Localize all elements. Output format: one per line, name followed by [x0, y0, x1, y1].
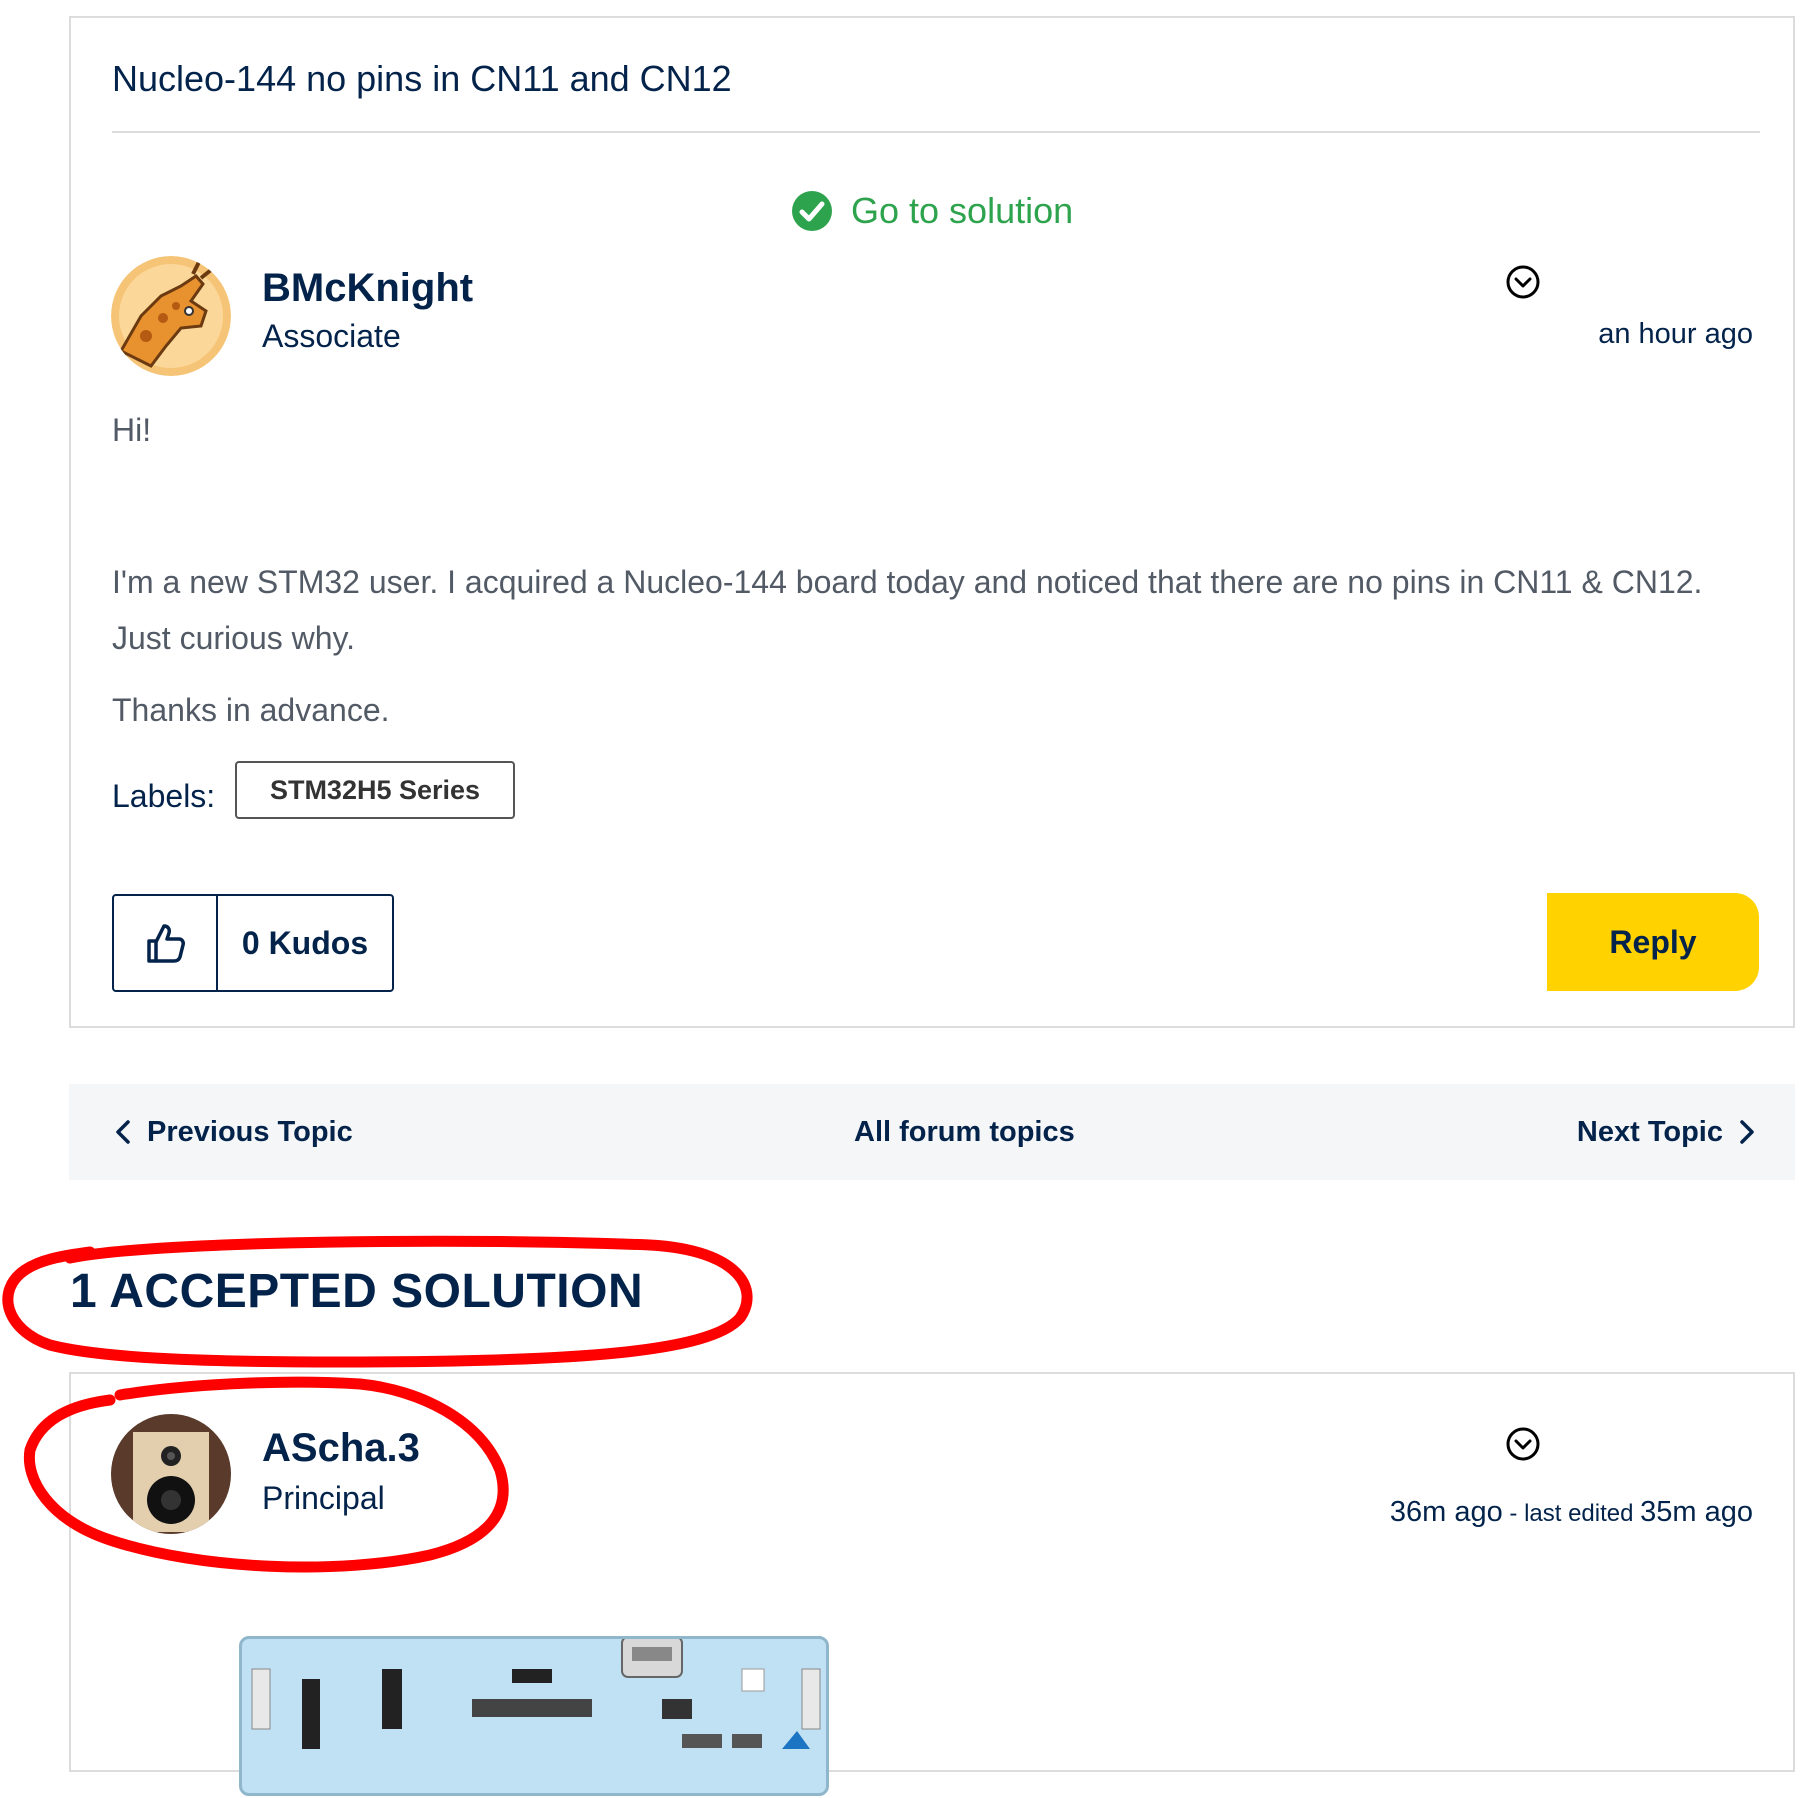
labels-label: Labels: — [112, 778, 216, 814]
post-body-line2: Just curious why. — [112, 620, 356, 656]
topic-title: Nucleo-144 no pins in CN11 and CN12 — [112, 58, 732, 99]
label-chip[interactable]: STM32H5 Series — [235, 761, 515, 819]
previous-topic-label: Previous Topic — [147, 1115, 353, 1148]
avatar[interactable] — [111, 256, 231, 376]
chevron-down-circle-icon[interactable] — [1505, 264, 1541, 300]
chevron-down-circle-icon[interactable] — [1505, 1426, 1541, 1462]
solution-posted-time: 36m ago — [1389, 1496, 1503, 1528]
post-card: Nucleo-144 no pins in CN11 and CN12 Go t… — [69, 16, 1795, 1028]
next-topic-link[interactable]: Next Topic — [1577, 1084, 1757, 1180]
title-divider — [112, 131, 1760, 133]
kudos-count: 0 Kudos — [241, 924, 369, 961]
go-to-solution-label: Go to solution — [851, 190, 1074, 231]
kudos-widget: 0 Kudos — [112, 894, 394, 992]
post-body-line1: I'm a new STM32 user. I acquired a Nucle… — [112, 564, 1703, 600]
accepted-solution-heading: 1 ACCEPTED SOLUTION — [70, 1265, 644, 1318]
go-to-solution-link[interactable]: Go to solution — [791, 190, 1073, 232]
post-body-greeting: Hi! — [112, 412, 152, 448]
topic-navigation: Previous Topic All forum topics Next Top… — [69, 1084, 1795, 1180]
solution-time: 36m ago - last edited 35m ago — [1390, 1496, 1753, 1529]
last-edited-time: 35m ago — [1640, 1496, 1753, 1528]
post-body-thanks: Thanks in advance. — [112, 692, 390, 728]
all-forum-topics-link[interactable]: All forum topics — [854, 1084, 1075, 1180]
giraffe-avatar-image — [111, 256, 231, 376]
next-topic-label: Next Topic — [1576, 1115, 1723, 1148]
solution-card: AScha.3 Principal 36m ago - last edited … — [69, 1372, 1795, 1796]
author-rank: Associate — [262, 318, 401, 354]
author-name[interactable]: AScha.3 — [262, 1426, 420, 1471]
last-edited-label: - last edited — [1502, 1500, 1641, 1527]
speaker-avatar-image — [111, 1414, 231, 1534]
check-circle-icon — [792, 191, 832, 231]
previous-topic-link[interactable]: Previous Topic — [113, 1084, 353, 1180]
kudos-button[interactable] — [114, 896, 218, 990]
author-name[interactable]: BMcKnight — [262, 266, 473, 311]
thumbs-up-icon — [147, 924, 185, 963]
reply-button[interactable]: Reply — [1547, 893, 1759, 991]
chevron-right-icon — [1740, 1120, 1754, 1144]
all-forum-topics-label: All forum topics — [854, 1115, 1075, 1148]
nucleo-board-image — [239, 1636, 829, 1796]
chevron-left-icon — [116, 1120, 130, 1144]
avatar[interactable] — [111, 1414, 231, 1534]
post-time: an hour ago — [1598, 318, 1753, 350]
board-drawing — [251, 1636, 821, 1749]
author-rank: Principal — [262, 1480, 385, 1516]
